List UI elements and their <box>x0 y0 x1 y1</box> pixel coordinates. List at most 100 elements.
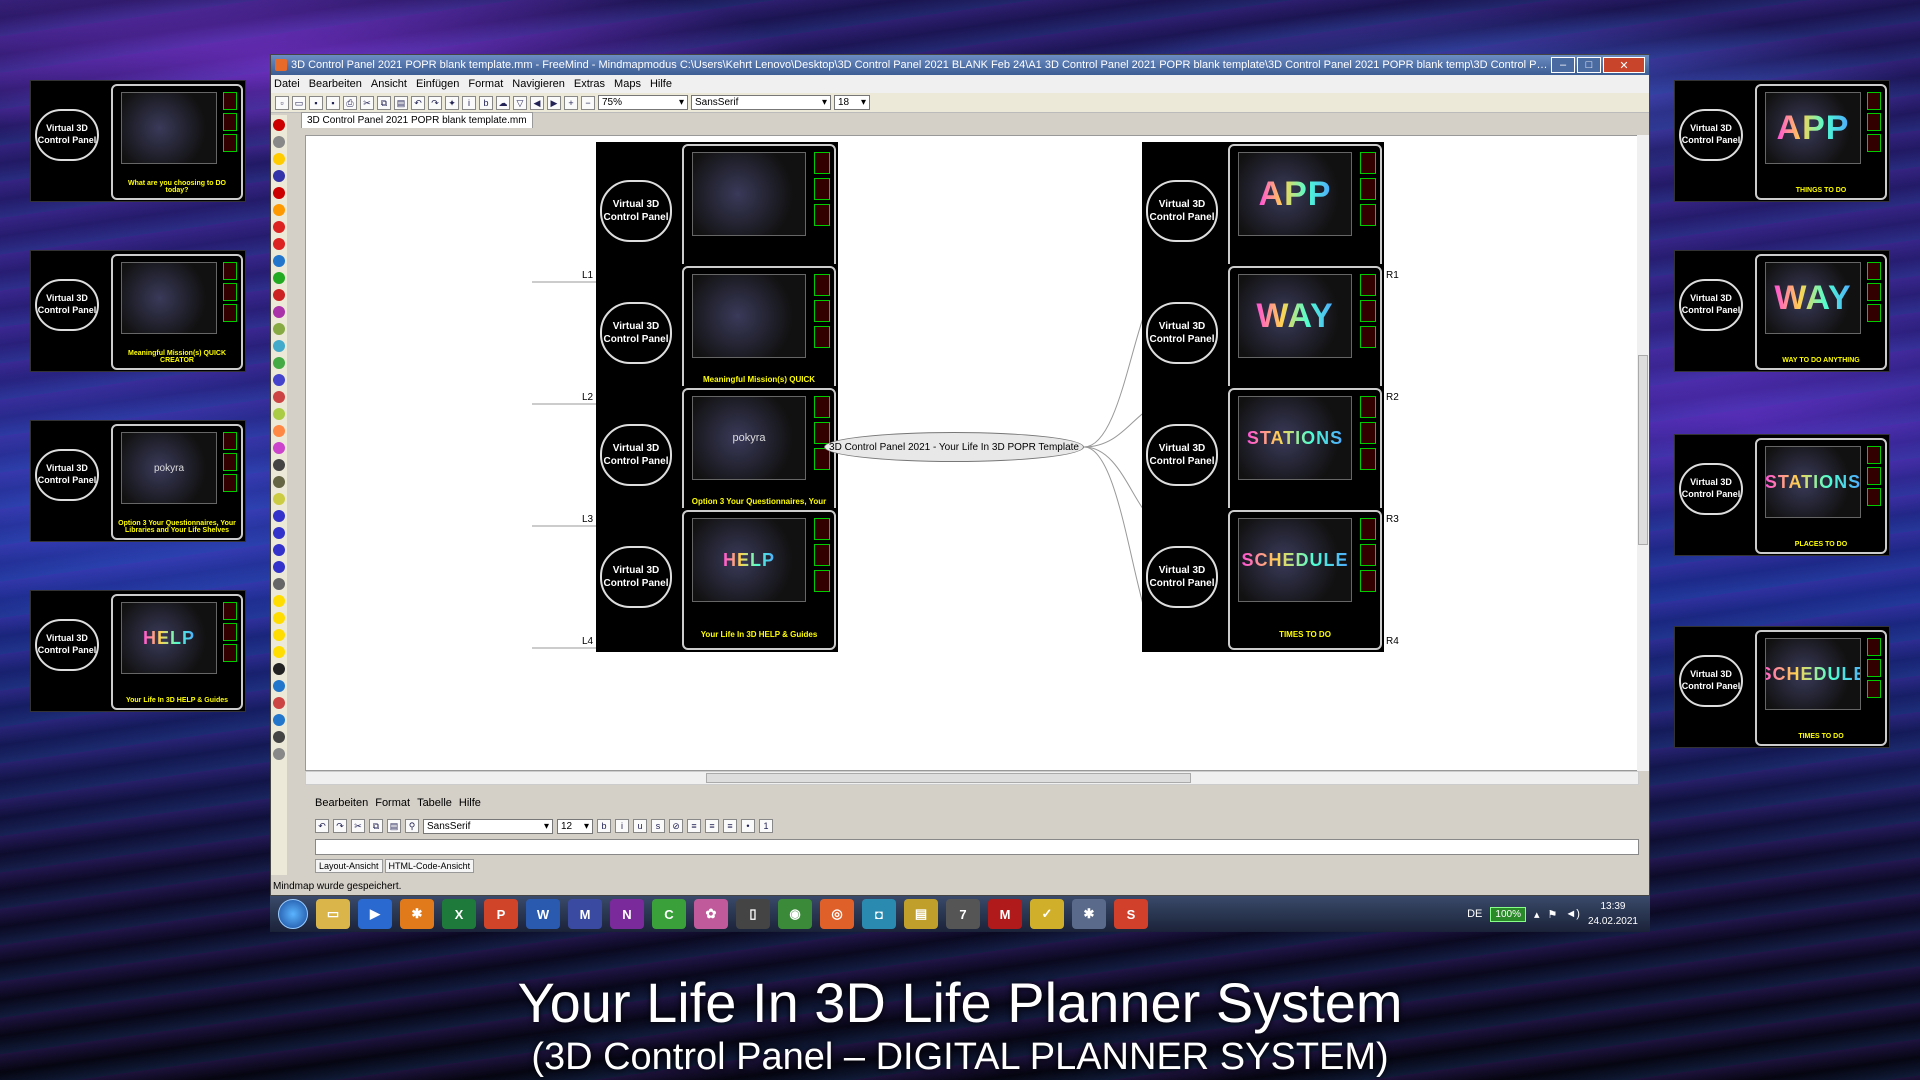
cross-icon[interactable] <box>273 289 285 301</box>
numbered-list-icon[interactable]: 1 <box>759 819 773 833</box>
back-icon[interactable]: ◀ <box>530 95 544 110</box>
editor-copy-icon[interactable]: ⧉ <box>369 819 383 833</box>
remove-icon[interactable] <box>273 119 285 131</box>
bold-icon[interactable]: b <box>479 95 493 110</box>
freemind-2-icon[interactable]: ✱ <box>1072 899 1106 929</box>
word-icon[interactable]: W <box>526 899 560 929</box>
mcafee-icon[interactable]: M <box>988 899 1022 929</box>
align-left-icon[interactable]: ≡ <box>687 819 701 833</box>
priority-4-icon[interactable] <box>273 357 285 369</box>
app-colorful-icon[interactable]: ✿ <box>694 899 728 929</box>
editor-menu-hilfe[interactable]: Hilfe <box>459 797 481 809</box>
folder-icon[interactable] <box>273 714 285 726</box>
firefox-icon[interactable]: ◎ <box>820 899 854 929</box>
forward-icon[interactable]: ▶ <box>547 95 561 110</box>
menu-hilfe[interactable]: Hilfe <box>650 78 672 90</box>
idea-icon[interactable] <box>273 153 285 165</box>
vertical-scrollbar[interactable] <box>1637 135 1649 771</box>
title-bar[interactable]: 3D Control Panel 2021 POPR blank templat… <box>271 55 1649 75</box>
smiley-4-icon[interactable] <box>273 646 285 658</box>
priority-6-icon[interactable] <box>273 391 285 403</box>
smiley-icon[interactable] <box>273 595 285 607</box>
save-as-icon[interactable]: ▪ <box>326 95 340 110</box>
media-icon[interactable]: ▶ <box>358 899 392 929</box>
cloud-icon[interactable]: ☁ <box>496 95 510 110</box>
stop-icon[interactable] <box>273 221 285 233</box>
mail-icon[interactable] <box>273 748 285 760</box>
info-icon[interactable] <box>273 255 285 267</box>
note-editor-field[interactable] <box>315 839 1639 855</box>
flag-icon[interactable]: ⚑ <box>1548 908 1558 921</box>
editor-menu-format[interactable]: Format <box>375 797 410 809</box>
battery-indicator[interactable]: 100% <box>1490 906 1526 922</box>
app-c-icon[interactable]: C <box>652 899 686 929</box>
app-s-icon[interactable]: S <box>1114 899 1148 929</box>
app-icon[interactable]: M <box>568 899 602 929</box>
arrow-left-icon[interactable] <box>273 510 285 522</box>
exclamation-icon[interactable] <box>273 187 285 199</box>
priority-0-icon[interactable] <box>273 459 285 471</box>
home-icon[interactable] <box>273 697 285 709</box>
editor-italic-icon[interactable]: i <box>615 819 629 833</box>
central-node[interactable]: 3D Control Panel 2021 - Your Life In 3D … <box>824 432 1084 462</box>
editor-clear-format-icon[interactable]: ⊘ <box>669 819 683 833</box>
warning-icon[interactable] <box>273 204 285 216</box>
info-icon[interactable]: i <box>462 95 476 110</box>
smiley-3-icon[interactable] <box>273 629 285 641</box>
maximize-button[interactable]: □ <box>1577 57 1601 73</box>
files-icon[interactable]: ▤ <box>904 899 938 929</box>
open-file-icon[interactable]: ▭ <box>292 95 306 110</box>
bomb-icon[interactable] <box>273 663 285 675</box>
arrow-right-icon[interactable] <box>273 527 285 539</box>
chrome-icon[interactable]: ◉ <box>778 899 812 929</box>
bullet-list-icon[interactable]: • <box>741 819 755 833</box>
menu-ansicht[interactable]: Ansicht <box>371 78 407 90</box>
tab-html-view[interactable]: HTML-Code-Ansicht <box>384 859 475 873</box>
priority-3-icon[interactable] <box>273 340 285 352</box>
explorer-icon[interactable]: ▭ <box>316 899 350 929</box>
editor-menu-bearbeiten[interactable]: Bearbeiten <box>315 797 368 809</box>
smiley-2-icon[interactable] <box>273 612 285 624</box>
priority-5-icon[interactable] <box>273 374 285 386</box>
editor-bold-icon[interactable]: b <box>597 819 611 833</box>
priority-2-icon[interactable] <box>273 323 285 335</box>
check-icon[interactable] <box>273 272 285 284</box>
pencil-icon[interactable] <box>273 578 285 590</box>
book-icon[interactable] <box>273 680 285 692</box>
align-center-icon[interactable]: ≡ <box>705 819 719 833</box>
print-icon[interactable]: ⎙ <box>343 95 357 110</box>
editor-strike-icon[interactable]: s <box>651 819 665 833</box>
save-icon[interactable]: ▪ <box>309 95 323 110</box>
editor-find-icon[interactable]: ⚲ <box>405 819 419 833</box>
norton-icon[interactable]: ✓ <box>1030 899 1064 929</box>
start-button[interactable] <box>278 899 308 929</box>
menu-einfuegen[interactable]: Einfügen <box>416 78 459 90</box>
align-right-icon[interactable]: ≡ <box>723 819 737 833</box>
freemind-app-icon[interactable]: ✱ <box>400 899 434 929</box>
new-file-icon[interactable]: ▫ <box>275 95 289 110</box>
node-l4[interactable]: Virtual 3D Control Panel HELP Your Life … <box>596 508 838 652</box>
filter-icon[interactable]: ▽ <box>513 95 527 110</box>
question-icon[interactable] <box>273 170 285 182</box>
arrow-down-icon[interactable] <box>273 561 285 573</box>
horizontal-scrollbar[interactable] <box>305 771 1639 785</box>
menu-format[interactable]: Format <box>468 78 503 90</box>
undo-icon[interactable]: ↶ <box>411 95 425 110</box>
zoom-in-icon[interactable]: + <box>564 95 578 110</box>
editor-undo-icon[interactable]: ↶ <box>315 819 329 833</box>
cut-icon[interactable]: ✂ <box>360 95 374 110</box>
volume-icon[interactable]: ◄) <box>1565 908 1580 920</box>
font-select[interactable]: SansSerif ▾ <box>691 95 831 110</box>
bulb-icon[interactable] <box>273 493 285 505</box>
arrow-up-icon[interactable] <box>273 544 285 556</box>
menu-navigieren[interactable]: Navigieren <box>512 78 565 90</box>
minimize-button[interactable]: – <box>1551 57 1575 73</box>
editor-cut-icon[interactable]: ✂ <box>351 819 365 833</box>
language-indicator[interactable]: DE <box>1467 908 1482 920</box>
flag-icon[interactable] <box>273 476 285 488</box>
menu-bearbeiten[interactable]: Bearbeiten <box>309 78 362 90</box>
menu-extras[interactable]: Extras <box>574 78 605 90</box>
paste-icon[interactable]: ▤ <box>394 95 408 110</box>
network-icon[interactable]: ▴ <box>1534 908 1540 921</box>
priority-8-icon[interactable] <box>273 425 285 437</box>
